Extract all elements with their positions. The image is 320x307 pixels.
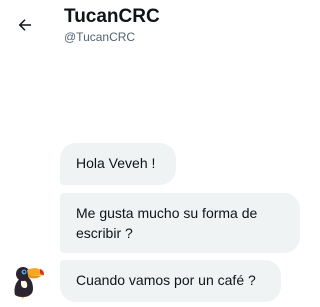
conversation-header: TucanCRC @TucanCRC [0, 0, 307, 52]
message-bubble[interactable]: Cuando vamos por un café ? [60, 260, 281, 302]
contact-name[interactable]: TucanCRC [64, 6, 160, 28]
avatar[interactable] [7, 259, 47, 299]
toucan-avatar-icon [7, 259, 47, 299]
message-bubble[interactable]: Hola Veveh ! [60, 143, 176, 185]
dm-conversation-view: TucanCRC @TucanCRC Hola Veveh ! Me gusta… [0, 0, 307, 307]
message-bubble[interactable]: Me gusta mucho su forma de escribir ? [60, 193, 300, 253]
contact-handle: @TucanCRC [64, 30, 136, 44]
arrow-left-icon [18, 19, 31, 31]
back-button[interactable] [10, 10, 40, 40]
